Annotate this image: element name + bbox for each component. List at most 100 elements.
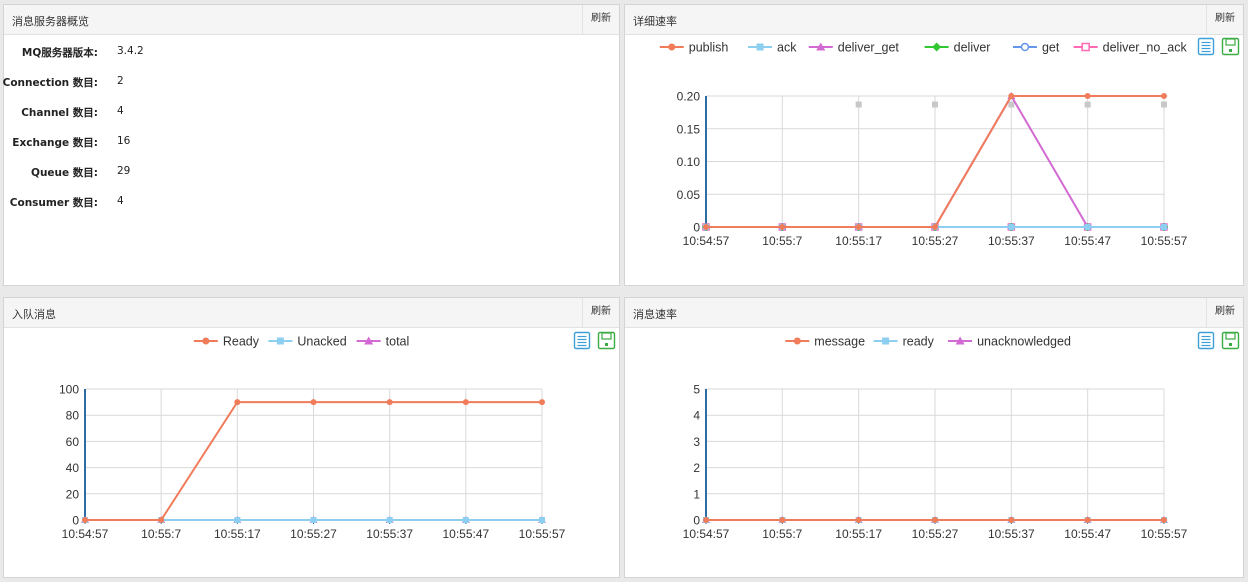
data-point — [386, 399, 393, 406]
legend-marker — [756, 43, 764, 51]
legend-marker — [1020, 42, 1030, 52]
grey-marker — [932, 101, 938, 108]
legend-item-message[interactable]: message — [785, 335, 865, 349]
legend-item-total[interactable]: total — [356, 335, 410, 349]
x-tick-label: 10:55:47 — [1064, 234, 1111, 248]
legend-marker — [882, 337, 890, 345]
data-point — [1161, 517, 1167, 523]
x-tick-label: 10:55:17 — [214, 527, 261, 541]
y-tick-label: 4 — [693, 409, 700, 423]
x-tick-label: 10:55:27 — [912, 234, 959, 248]
data-point — [310, 399, 317, 406]
y-tick-label: 1 — [693, 487, 700, 501]
x-tick-label: 10:55:17 — [835, 234, 882, 248]
info-value: 29 — [117, 165, 131, 177]
legend-label: Ready — [223, 335, 260, 349]
data-point — [539, 399, 545, 406]
save-image-icon[interactable] — [1221, 37, 1240, 56]
queued-messages-panel: 入队消息 刷新 Ready Unacked total 0 20 40 60 80 100 10:… — [3, 297, 620, 578]
legend-marker — [793, 337, 801, 345]
chart-series — [702, 516, 1168, 523]
info-label: Channel 数目: — [21, 107, 98, 119]
data-point — [1008, 93, 1015, 99]
legend-item-deliver-get[interactable]: deliver_get — [808, 41, 900, 55]
data-point — [462, 517, 469, 523]
info-value: 16 — [117, 135, 131, 147]
icon-frame — [597, 331, 616, 350]
info-label: Connection 数目: — [2, 77, 98, 89]
y-tick-label: 60 — [66, 435, 80, 449]
y-tick-label: 5 — [693, 383, 700, 397]
grey-marker — [1161, 101, 1167, 108]
message-rates-panel: 消息速率 刷新 message ready unacknowledged 0 1 2 3 4 5… — [624, 297, 1244, 578]
data-point — [1161, 93, 1167, 99]
info-value: 4 — [117, 105, 124, 117]
y-tick-label: 20 — [66, 487, 80, 501]
info-value: 4 — [117, 195, 124, 207]
y-tick-label: 2 — [693, 461, 700, 475]
legend-label: get — [1042, 41, 1060, 55]
x-tick-label: 10:54:57 — [683, 234, 730, 248]
icon-frame — [1221, 37, 1240, 56]
legend-label: deliver_get — [838, 41, 900, 55]
data-view-icon[interactable] — [1197, 331, 1215, 350]
data-point — [82, 517, 88, 523]
x-axis: 10:54:57 10:55:7 10:55:17 10:55:27 10:55:37 1… — [62, 520, 566, 541]
data-point — [462, 399, 469, 406]
data-view-icon[interactable] — [1197, 37, 1215, 56]
legend-item-ack[interactable]: ack — [748, 41, 797, 55]
legend-item-unacknowledged[interactable]: unacknowledged — [948, 335, 1071, 349]
data-view-icon[interactable] — [573, 331, 591, 350]
legend-item-deliver[interactable]: deliver — [924, 41, 991, 55]
y-tick-label: 0.05 — [677, 188, 701, 202]
legend-label: publish — [689, 41, 729, 55]
save-image-icon[interactable] — [597, 331, 616, 350]
data-point — [779, 517, 786, 523]
save-image-icon[interactable] — [1221, 331, 1240, 350]
data-point — [855, 224, 862, 230]
x-tick-label: 10:55:57 — [1141, 234, 1188, 248]
legend-label: total — [386, 335, 410, 349]
data-point — [1008, 517, 1015, 523]
data-point — [932, 224, 938, 230]
legend-marker — [1081, 42, 1090, 52]
data-point — [539, 517, 545, 523]
legend-label: deliver — [954, 41, 991, 55]
icon-dot — [605, 343, 608, 346]
grey-marker — [855, 101, 862, 108]
info-label: Consumer 数目: — [9, 197, 98, 209]
info-label: Exchange 数目: — [12, 137, 98, 149]
y-tick-label: 0 — [72, 514, 79, 528]
y-axis: 0 1 2 3 4 5 — [693, 383, 700, 528]
icon-dot — [1229, 343, 1232, 346]
chart-legend: Ready Unacked total — [193, 335, 410, 349]
data-point — [855, 517, 862, 523]
refresh-button[interactable]: 刷新 — [582, 5, 619, 34]
grey-marker — [1008, 101, 1015, 108]
data-point — [932, 517, 938, 523]
x-tick-label: 10:55:17 — [835, 527, 882, 541]
chart-legend: publish ack deliver_get deliver get deliver_n… — [659, 41, 1188, 55]
x-axis: 10:54:57 10:55:7 10:55:17 10:55:27 10:55:37 1… — [683, 520, 1188, 541]
legend-marker — [276, 337, 284, 345]
info-value: 3.4.2 — [117, 45, 144, 57]
legend-item-Ready[interactable]: Ready — [193, 335, 260, 349]
legend-label: Unacked — [297, 335, 346, 349]
x-tick-label: 10:55:7 — [762, 234, 802, 248]
x-tick-label: 10:55:57 — [1141, 527, 1188, 541]
legend-item-Unacked[interactable]: Unacked — [268, 335, 347, 349]
queued-messages-chart: Ready Unacked total02040608010010:54:57 10:… — [59, 331, 616, 541]
x-tick-label: 10:55:37 — [366, 527, 413, 541]
data-point — [310, 517, 317, 523]
y-tick-label: 100 — [59, 383, 79, 397]
legend-item-deliver-no-ack[interactable]: deliver_no_ack — [1073, 41, 1188, 55]
data-point — [386, 517, 393, 523]
legend-item-publish[interactable]: publish — [659, 41, 729, 55]
data-point — [234, 517, 241, 523]
chart-grid — [706, 388, 1165, 521]
y-tick-label: 80 — [66, 409, 80, 423]
y-tick-label: 0 — [693, 221, 700, 235]
legend-label: deliver_no_ack — [1103, 41, 1188, 55]
legend-item-get[interactable]: get — [1012, 41, 1060, 55]
legend-item-ready[interactable]: ready — [873, 335, 935, 349]
